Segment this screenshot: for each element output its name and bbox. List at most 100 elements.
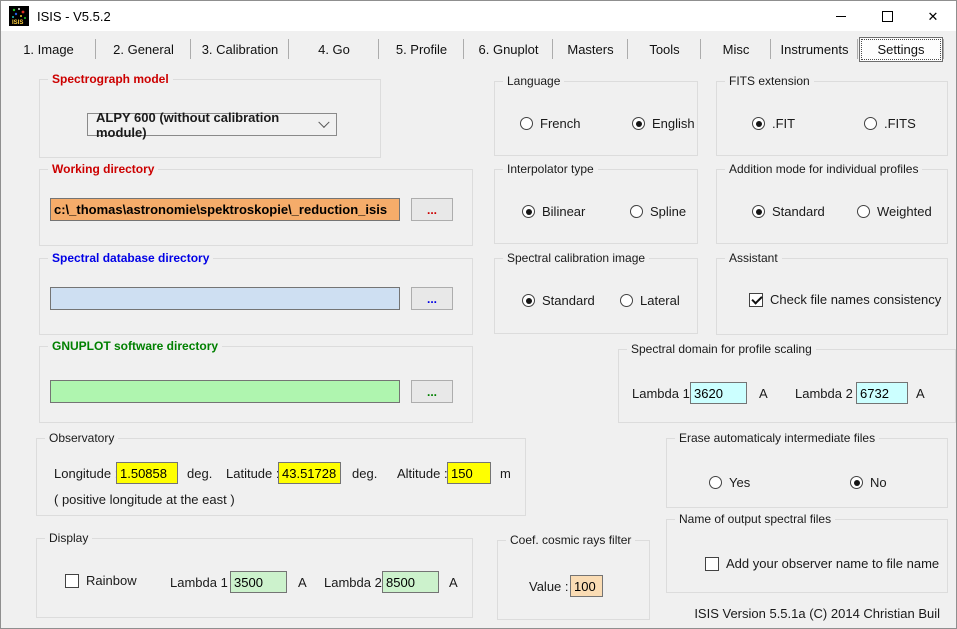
tab-settings[interactable]: Settings	[858, 31, 944, 67]
calibration-standard-radio[interactable]: Standard	[522, 293, 595, 308]
domain-lambda1-label: Lambda 1 :	[632, 386, 697, 401]
domain-lambda1-input[interactable]	[690, 382, 747, 404]
latitude-label: Latitude :	[226, 466, 280, 481]
spectral-domain-label: Spectral domain for profile scaling	[627, 342, 816, 356]
checkbox-checked-icon	[749, 293, 763, 307]
radio-icon	[620, 294, 633, 307]
spectrograph-model-group: Spectrograph model ALPY 600 (without cal…	[39, 79, 381, 158]
erase-yes-radio[interactable]: Yes	[709, 475, 750, 490]
cosmic-value-label: Value :	[529, 579, 569, 594]
erase-intermediate-files-label: Erase automaticaly intermediate files	[675, 431, 879, 445]
tab-settings-button: Settings	[859, 37, 943, 62]
addition-standard-radio[interactable]: Standard	[752, 204, 825, 219]
domain-lambda1-unit: A	[759, 386, 768, 401]
interpolator-bilinear-radio[interactable]: Bilinear	[522, 204, 585, 219]
display-lambda2-unit: A	[449, 575, 458, 590]
longitude-unit: deg.	[187, 466, 212, 481]
maximize-icon	[882, 11, 893, 22]
spectrograph-model-label: Spectrograph model	[48, 72, 173, 86]
tab-bar: 1. Image 2. General 3. Calibration 4. Go…	[1, 31, 956, 67]
rainbow-checkbox[interactable]: Rainbow	[65, 573, 137, 588]
cosmic-rays-filter-label: Coef. cosmic rays filter	[506, 533, 635, 547]
fits-fit-radio[interactable]: .FIT	[752, 116, 795, 131]
tab-calibration[interactable]: 3. Calibration	[191, 31, 289, 67]
isis-window: ISIS ISIS - V5.5.2 ✕ 1. Image 2. General…	[0, 0, 957, 629]
display-group: Display Rainbow Lambda 1 : A Lambda 2 : …	[36, 538, 473, 618]
radio-icon	[857, 205, 870, 218]
browse-working-directory-button[interactable]: ...	[411, 198, 453, 221]
close-icon: ✕	[928, 10, 939, 23]
gnuplot-directory-label: GNUPLOT software directory	[48, 339, 222, 353]
calibration-lateral-radio[interactable]: Lateral	[620, 293, 680, 308]
display-lambda1-label: Lambda 1 :	[170, 575, 235, 590]
browse-spectral-database-button[interactable]: ...	[411, 287, 453, 310]
tab-gnuplot[interactable]: 6. Gnuplot	[464, 31, 553, 67]
altitude-input[interactable]	[447, 462, 491, 484]
addition-mode-label: Addition mode for individual profiles	[725, 162, 922, 176]
cosmic-rays-filter-group: Coef. cosmic rays filter Value :	[497, 540, 650, 620]
radio-checked-icon	[752, 117, 765, 130]
tab-image[interactable]: 1. Image	[1, 31, 96, 67]
gnuplot-directory-input[interactable]	[50, 380, 400, 403]
fits-extension-group: FITS extension .FIT .FITS	[716, 81, 948, 156]
radio-checked-icon	[522, 294, 535, 307]
domain-lambda2-input[interactable]	[856, 382, 908, 404]
display-lambda2-label: Lambda 2 :	[324, 575, 389, 590]
tab-go[interactable]: 4. Go	[289, 31, 379, 67]
radio-icon	[709, 476, 722, 489]
spectral-calibration-image-label: Spectral calibration image	[503, 251, 649, 265]
add-observer-name-checkbox[interactable]: Add your observer name to file name	[705, 556, 939, 571]
maximize-button[interactable]	[864, 1, 910, 31]
latitude-unit: deg.	[352, 466, 377, 481]
display-lambda1-input[interactable]	[230, 571, 287, 593]
working-directory-input[interactable]	[50, 198, 400, 221]
language-label: Language	[503, 74, 564, 88]
spectrograph-model-value: ALPY 600 (without calibration module)	[96, 110, 320, 140]
title-bar: ISIS ISIS - V5.5.2 ✕	[1, 1, 956, 31]
addition-weighted-radio[interactable]: Weighted	[857, 204, 932, 219]
check-file-names-checkbox[interactable]: Check file names consistency	[749, 292, 941, 307]
observatory-group: Observatory Longitude : deg. Latitude : …	[36, 438, 526, 516]
interpolator-spline-radio[interactable]: Spline	[630, 204, 686, 219]
interpolator-type-label: Interpolator type	[503, 162, 598, 176]
language-french-radio[interactable]: French	[520, 116, 580, 131]
observatory-label: Observatory	[45, 431, 118, 445]
longitude-input[interactable]	[116, 462, 178, 484]
spectral-database-directory-input[interactable]	[50, 287, 400, 310]
erase-intermediate-files-group: Erase automaticaly intermediate files Ye…	[666, 438, 948, 508]
tab-tools[interactable]: Tools	[628, 31, 701, 67]
tab-masters[interactable]: Masters	[553, 31, 628, 67]
tab-misc[interactable]: Misc	[701, 31, 771, 67]
domain-lambda2-label: Lambda 2 :	[795, 386, 860, 401]
working-directory-label: Working directory	[48, 162, 158, 176]
altitude-unit: m	[500, 466, 511, 481]
working-directory-group: Working directory ...	[39, 169, 473, 246]
longitude-label: Longitude :	[54, 466, 118, 481]
close-button[interactable]: ✕	[910, 1, 956, 31]
fits-fits-radio[interactable]: .FITS	[864, 116, 916, 131]
radio-checked-icon	[522, 205, 535, 218]
output-file-name-label: Name of output spectral files	[675, 512, 835, 526]
altitude-label: Altitude :	[397, 466, 448, 481]
tab-general[interactable]: 2. General	[96, 31, 191, 67]
display-label: Display	[45, 531, 92, 545]
spectrograph-model-select[interactable]: ALPY 600 (without calibration module)	[87, 113, 337, 136]
cosmic-value-input[interactable]	[570, 575, 603, 597]
spectral-database-directory-label: Spectral database directory	[48, 251, 213, 265]
assistant-group: Assistant Check file names consistency	[716, 258, 948, 335]
browse-gnuplot-directory-button[interactable]: ...	[411, 380, 453, 403]
app-icon: ISIS	[9, 6, 29, 26]
latitude-input[interactable]	[278, 462, 341, 484]
radio-checked-icon	[632, 117, 645, 130]
gnuplot-directory-group: GNUPLOT software directory ...	[39, 346, 473, 423]
minimize-button[interactable]	[818, 1, 864, 31]
language-english-radio[interactable]: English	[632, 116, 695, 131]
tab-instruments[interactable]: Instruments	[771, 31, 858, 67]
interpolator-type-group: Interpolator type Bilinear Spline	[494, 169, 698, 244]
assistant-label: Assistant	[725, 251, 782, 265]
tab-profile[interactable]: 5. Profile	[379, 31, 464, 67]
display-lambda2-input[interactable]	[382, 571, 439, 593]
minimize-icon	[836, 16, 846, 17]
erase-no-radio[interactable]: No	[850, 475, 887, 490]
spectral-database-directory-group: Spectral database directory ...	[39, 258, 473, 335]
